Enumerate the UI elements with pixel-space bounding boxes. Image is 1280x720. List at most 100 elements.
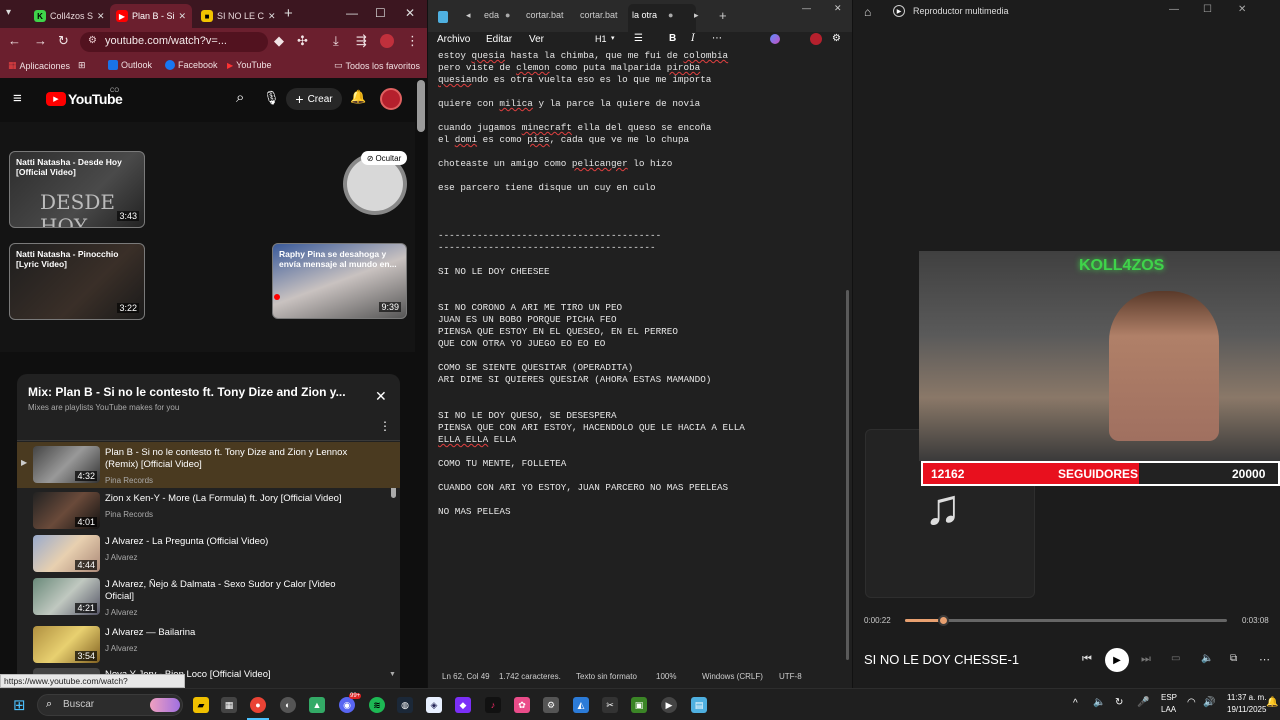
mic-icon[interactable]: 🎤 [1137, 697, 1149, 708]
account-avatar[interactable] [810, 33, 822, 45]
editor-scrollbar[interactable] [846, 290, 849, 660]
previous-icon[interactable]: ⏮ [1082, 653, 1092, 666]
tab-la-otra[interactable]: la otra [632, 10, 657, 20]
seek-bar[interactable] [905, 615, 1227, 626]
close-window-button[interactable]: ✕ [1238, 4, 1246, 15]
bell-icon[interactable]: 🔔 [350, 89, 366, 105]
bookmark-facebook[interactable]: Facebook [165, 60, 218, 70]
close-window-button[interactable]: ✕ [405, 6, 415, 20]
list-icon[interactable]: ☰ [634, 33, 643, 44]
user-avatar[interactable] [380, 88, 402, 110]
bookmark-outlook[interactable]: Outlook [108, 60, 152, 70]
heading-dropdown[interactable]: H1 [595, 34, 607, 44]
keyboard-layout[interactable]: LAA [1161, 705, 1176, 714]
settings-gear-icon[interactable]: ⚙ [832, 33, 841, 44]
youtube-logo-icon[interactable]: ▶ [46, 92, 66, 106]
reload-icon[interactable]: ↻ [58, 33, 69, 49]
app-icon[interactable]: ◭ [573, 697, 589, 713]
seek-handle[interactable] [937, 615, 949, 626]
next-icon[interactable]: ⏭ [1141, 653, 1151, 666]
bookmark-all[interactable]: ▭ Todos los favoritos [334, 60, 420, 71]
capcut-icon[interactable]: ✂ [602, 697, 618, 713]
maximize-button[interactable]: ☐ [1203, 4, 1212, 15]
scroll-left-icon[interactable]: ◂ [466, 10, 471, 21]
extension-icon[interactable]: ◆ [274, 33, 284, 49]
app-icon[interactable]: ◆ [455, 697, 471, 713]
menu-icon[interactable]: ⋮ [406, 33, 419, 49]
minimize-button[interactable]: — [346, 6, 358, 20]
hamburger-icon[interactable]: ≡ [13, 90, 22, 107]
input-language[interactable]: ESP [1161, 693, 1177, 702]
menu-file[interactable]: Archivo [437, 34, 470, 45]
search-icon[interactable]: ⌕ [236, 89, 244, 106]
more-icon[interactable]: ⋯ [712, 33, 722, 44]
sync-icon[interactable]: ↻ [1115, 697, 1123, 708]
copilot-icon[interactable] [770, 34, 780, 44]
site-info-icon[interactable]: ⚙ [88, 35, 97, 46]
tab-groups-icon[interactable]: ⇶ [356, 33, 367, 49]
video-card-raphy-pina[interactable]: Raphy Pina se desahoga y envía mensaje a… [272, 243, 407, 319]
wifi-icon[interactable]: ◠ [1187, 697, 1196, 708]
more-options-icon[interactable]: ⋮ [379, 419, 391, 433]
home-icon[interactable]: ⌂ [864, 5, 871, 19]
microphone-icon[interactable]: 🎙 [263, 90, 280, 106]
chevron-up-icon[interactable]: ^ [1073, 698, 1078, 709]
minimize-button[interactable]: — [1169, 4, 1179, 15]
play-button[interactable]: ▶ [1105, 648, 1129, 672]
italic-icon[interactable]: I [691, 33, 695, 44]
more-icon[interactable]: ⋯ [1259, 653, 1270, 666]
app-icon[interactable]: ◈ [426, 697, 442, 713]
app-icon[interactable]: ▲ [309, 697, 325, 713]
close-window-button[interactable]: ✕ [834, 3, 842, 14]
text-editor[interactable]: estoy quesia hasta la chimba, que me fui… [438, 50, 838, 662]
app-icon[interactable]: ✿ [514, 697, 530, 713]
file-explorer-icon[interactable]: ▰ [193, 697, 209, 713]
video-card-pinocchio[interactable]: Natti Natasha - Pinocchio [Lyric Video] … [9, 243, 145, 320]
close-icon[interactable]: ✕ [375, 388, 387, 405]
bold-icon[interactable]: B [669, 33, 676, 44]
clock-time[interactable]: 11:37 a. m. [1227, 693, 1266, 702]
chrome-icon[interactable]: ● [250, 697, 266, 713]
address-bar[interactable]: ⚙ youtube.com/watch?v=... [80, 32, 268, 52]
close-icon[interactable]: ✕ [179, 11, 187, 22]
scroll-down-icon[interactable]: ▼ [389, 671, 396, 678]
puzzle-icon[interactable]: ✣ [297, 33, 308, 49]
tab-cortar-bat-1[interactable]: cortar.bat [526, 10, 564, 20]
hide-button[interactable]: ⊘ Ocultar [361, 151, 407, 165]
playlist-item[interactable]: 4:01 Zion x Ken-Y - More (La Formula) ft… [17, 488, 400, 534]
tab-si-no-le[interactable]: ■ SI NO LE C ✕ [195, 4, 277, 28]
new-tab-button[interactable]: + [719, 8, 727, 23]
tab-eda[interactable]: eda [484, 10, 499, 20]
steam-icon[interactable]: ◍ [397, 697, 413, 713]
clock-date[interactable]: 19/11/2025 [1227, 705, 1266, 714]
bookmark-youtube[interactable]: ▶ YouTube [227, 60, 272, 70]
video-card-desde-hoy[interactable]: Natti Natasha - Desde Hoy [Official Vide… [9, 151, 145, 228]
new-tab-button[interactable]: + [284, 5, 293, 22]
download-icon[interactable]: ⤓ [333, 33, 339, 49]
tab-search-button[interactable]: ▾ [6, 7, 20, 21]
captions-icon[interactable]: ▭ [1171, 653, 1180, 664]
spotify-icon[interactable]: ≋ [369, 697, 385, 713]
menu-edit[interactable]: Editar [486, 34, 512, 45]
close-icon[interactable]: ✕ [97, 11, 105, 22]
speaker-icon[interactable]: 🔈 [1093, 697, 1105, 708]
playlist-item[interactable]: 3:54 J Alvarez — Bailarina J Alvarez [17, 622, 400, 668]
volume-icon[interactable]: 🔊 [1203, 697, 1215, 708]
bookmark-apps[interactable]: ▦ Aplicaciones [8, 60, 70, 71]
minecraft-icon[interactable]: ▣ [631, 697, 647, 713]
windows-start-icon[interactable]: ⊞ [13, 696, 26, 714]
volume-icon[interactable]: 🔈 [1201, 653, 1213, 664]
settings-icon[interactable]: ⚙ [543, 697, 559, 713]
app-icon[interactable]: ◐ [280, 697, 296, 713]
profile-avatar[interactable] [380, 34, 394, 48]
create-button[interactable]: + Crear [286, 88, 342, 110]
page-scrollbar[interactable] [417, 80, 425, 132]
bookmark-grid[interactable]: ⊞ [78, 60, 86, 71]
notepad-icon[interactable]: ▤ [691, 697, 707, 713]
back-icon[interactable]: ← [8, 33, 21, 48]
notification-bell-icon[interactable]: 🔔 [1266, 697, 1278, 708]
tab-coll4zos[interactable]: K Coll4zos S ✕ [28, 4, 108, 28]
minimize-button[interactable]: — [802, 3, 811, 13]
menu-view[interactable]: Ver [529, 34, 544, 45]
maximize-button[interactable]: ☐ [375, 6, 386, 20]
